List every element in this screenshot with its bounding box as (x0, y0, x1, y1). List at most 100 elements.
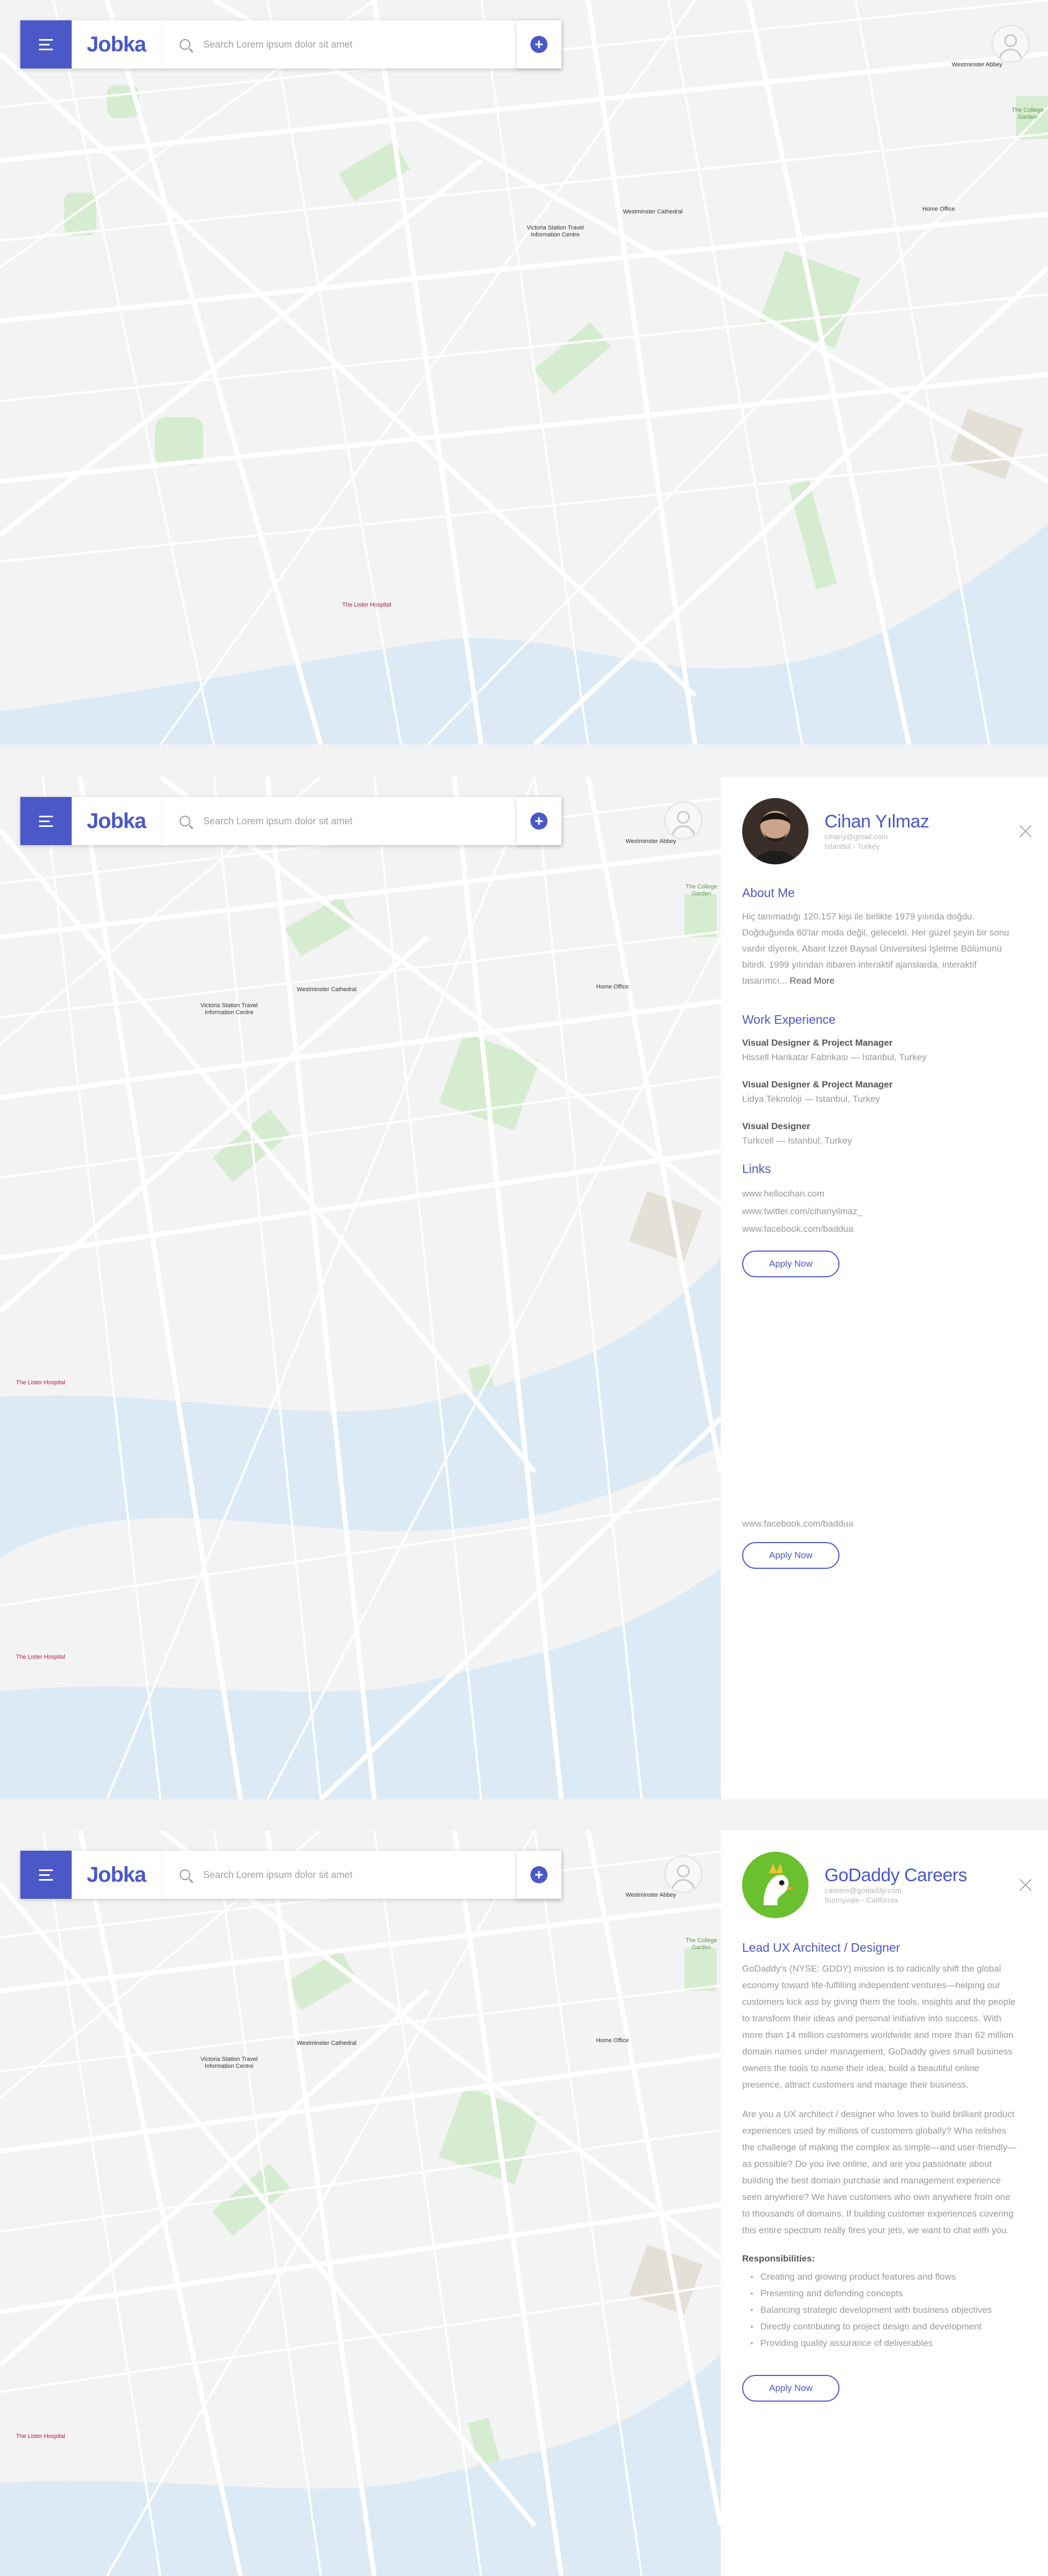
profile-avatar (742, 798, 808, 864)
add-button[interactable]: + (517, 20, 561, 68)
job-title: Visual Designer & Project Manager (742, 1079, 893, 1090)
map-canvas (0, 0, 1048, 745)
top-bar: Jobka (20, 20, 561, 68)
user-avatar-icon[interactable] (664, 801, 703, 840)
about-text: Hiç tanımadığı 120.157 kişi ile birlikte… (742, 909, 1018, 989)
search-input[interactable] (203, 1869, 503, 1881)
profile-link[interactable]: www.facebook.com/baddua (742, 1515, 853, 1532)
map-label-college-garden: The College Garden (685, 1937, 718, 1951)
job-title: Visual Designer & Project Manager (742, 1038, 893, 1048)
search-box[interactable] (161, 797, 561, 845)
about-title: About Me (742, 886, 795, 900)
apply-now-button[interactable]: Apply Now (742, 1542, 839, 1569)
screen-map: Westminster Abbey Westminster Cathedral … (0, 0, 1048, 745)
map-label-lister-hospital: The Lister Hospital (16, 1654, 65, 1660)
map-canvas (0, 777, 721, 1799)
menu-icon[interactable] (20, 20, 72, 68)
list-item: Presenting and defending concepts (742, 2285, 1018, 2302)
menu-icon[interactable] (20, 1851, 72, 1899)
map-label-victoria-station: Victoria Station Travel Information Cent… (201, 2056, 258, 2069)
top-bar: Jobka (20, 797, 561, 845)
profile-email[interactable]: cihany@gmail.com (824, 832, 929, 842)
map-label-lister-hospital: The Lister Hospital (342, 602, 391, 608)
profile-location: Istanbul - Turkey (824, 841, 880, 850)
company-email[interactable]: careers@godaddy.com (824, 1886, 967, 1896)
map-label-westminster-cathedral: Westminster Cathedral (297, 986, 357, 993)
company-logo (742, 1852, 808, 1918)
map-label-home-office: Home Office (596, 2037, 629, 2044)
map-label-home-office: Home Office (596, 984, 629, 990)
close-icon[interactable] (1019, 825, 1032, 838)
add-icon: + (530, 812, 548, 830)
links-title: Links (742, 1162, 771, 1176)
map-label-victoria-station: Victoria Station Travel Information Cent… (201, 1002, 258, 1016)
map-view[interactable]: Westminster Abbey Westminster Cathedral … (0, 777, 721, 1799)
screen-profile: Westminster Abbey Westminster Cathedral … (0, 777, 1048, 1799)
profile-panel: Cihan Yılmaz cihany@gmail.com Istanbul -… (721, 777, 1048, 1799)
job-company: Lidya Teknoloji — Istanbul, Turkey (742, 1094, 880, 1104)
map-label-westminster-cathedral: Westminster Cathedral (297, 2040, 357, 2046)
top-bar: Jobka (20, 1851, 561, 1899)
job-company: Turkcell — Istanbul, Turkey (742, 1136, 852, 1146)
profile-header: Cihan Yılmaz cihany@gmail.com Istanbul -… (742, 798, 1018, 864)
search-box[interactable] (161, 20, 561, 68)
company-header: GoDaddy Careers careers@godaddy.com Sunn… (742, 1852, 1018, 1918)
map-view[interactable]: Westminster Abbey Westminster Cathedral … (0, 1830, 721, 2576)
job-description: GoDaddy's (NYSE: GDDY) mission is to rad… (742, 1964, 1016, 2090)
user-avatar-icon[interactable] (991, 25, 1030, 63)
list-item: Providing quality assurance of deliverab… (742, 2335, 1018, 2351)
apply-now-button[interactable]: Apply Now (742, 1251, 839, 1277)
apply-now-button[interactable]: Apply Now (742, 2375, 839, 2402)
map-label-victoria-station: Victoria Station Travel Information Cent… (527, 225, 584, 238)
map-label-westminster-abbey: Westminster Abbey (626, 1892, 676, 1898)
map-label-home-office: Home Office (922, 206, 955, 212)
screen-job: Westminster Abbey Westminster Cathedral … (0, 1830, 1048, 2576)
add-icon: + (530, 36, 548, 53)
search-icon (180, 39, 190, 50)
search-box[interactable] (161, 1851, 561, 1899)
job-company: Hissell Hankatar Fabrikası — Istanbul, T… (742, 1052, 927, 1062)
map-view[interactable]: Westminster Abbey Westminster Cathedral … (0, 0, 1048, 745)
search-icon (180, 816, 190, 826)
company-location: Sunnyvale - California (824, 1895, 898, 1904)
map-label-college-garden: The College Garden (685, 884, 718, 897)
map-label-westminster-abbey: Westminster Abbey (952, 62, 1003, 68)
job-item: Visual Designer Turkcell — Istanbul, Tur… (742, 1119, 1018, 1148)
close-icon[interactable] (1019, 1879, 1032, 1891)
job-description: Are you a UX architect / designer who lo… (742, 2109, 1017, 2235)
profile-link[interactable]: www.facebook.com/baddua (742, 1220, 1018, 1238)
app-logo[interactable]: Jobka (72, 797, 161, 845)
map-canvas (0, 1830, 721, 2576)
job-title: Visual Designer (742, 1121, 811, 1131)
map-label-college-garden: The College Garden (1012, 107, 1044, 120)
add-icon: + (530, 1866, 548, 1883)
list-item: Balancing strategic development with bus… (742, 2302, 1018, 2318)
responsibilities-list: Creating and growing product features an… (742, 2268, 1018, 2351)
about-body: Hiç tanımadığı 120.157 kişi ile birlikte… (742, 911, 1010, 986)
profile-link[interactable]: www.twitter.com/cihanyilmaz_ (742, 1202, 1018, 1220)
menu-icon[interactable] (20, 797, 72, 845)
app-logo[interactable]: Jobka (72, 1851, 161, 1899)
list-item: Directly contributing to project design … (742, 2318, 1018, 2335)
job-panel: GoDaddy Careers careers@godaddy.com Sunn… (721, 1830, 1048, 2576)
list-item: Creating and growing product features an… (742, 2268, 1018, 2285)
add-button[interactable]: + (517, 1851, 561, 1899)
app-logo[interactable]: Jobka (72, 20, 161, 68)
search-input[interactable] (203, 815, 503, 827)
job-item: Visual Designer & Project Manager Lidya … (742, 1077, 1018, 1106)
profile-name: Cihan Yılmaz (824, 811, 929, 832)
user-avatar-icon[interactable] (664, 1855, 703, 1893)
add-button[interactable]: + (517, 797, 561, 845)
map-label-westminster-cathedral: Westminster Cathedral (623, 209, 683, 215)
responsibilities-title: Responsibilities: (742, 2253, 815, 2264)
company-name: GoDaddy Careers (824, 1865, 967, 1885)
search-icon (180, 1869, 190, 1880)
read-more-link[interactable]: Read More (790, 976, 835, 986)
map-label-lister-hospital: The Lister Hospital (16, 2433, 65, 2440)
work-title: Work Experience (742, 1013, 836, 1026)
profile-link[interactable]: www.hellocihan.com (742, 1185, 1018, 1202)
map-label-lister-hospital: The Lister Hospital (16, 1379, 65, 1386)
search-input[interactable] (203, 39, 503, 50)
map-label-westminster-abbey: Westminster Abbey (626, 838, 676, 845)
job-item: Visual Designer & Project Manager Hissel… (742, 1036, 1018, 1064)
